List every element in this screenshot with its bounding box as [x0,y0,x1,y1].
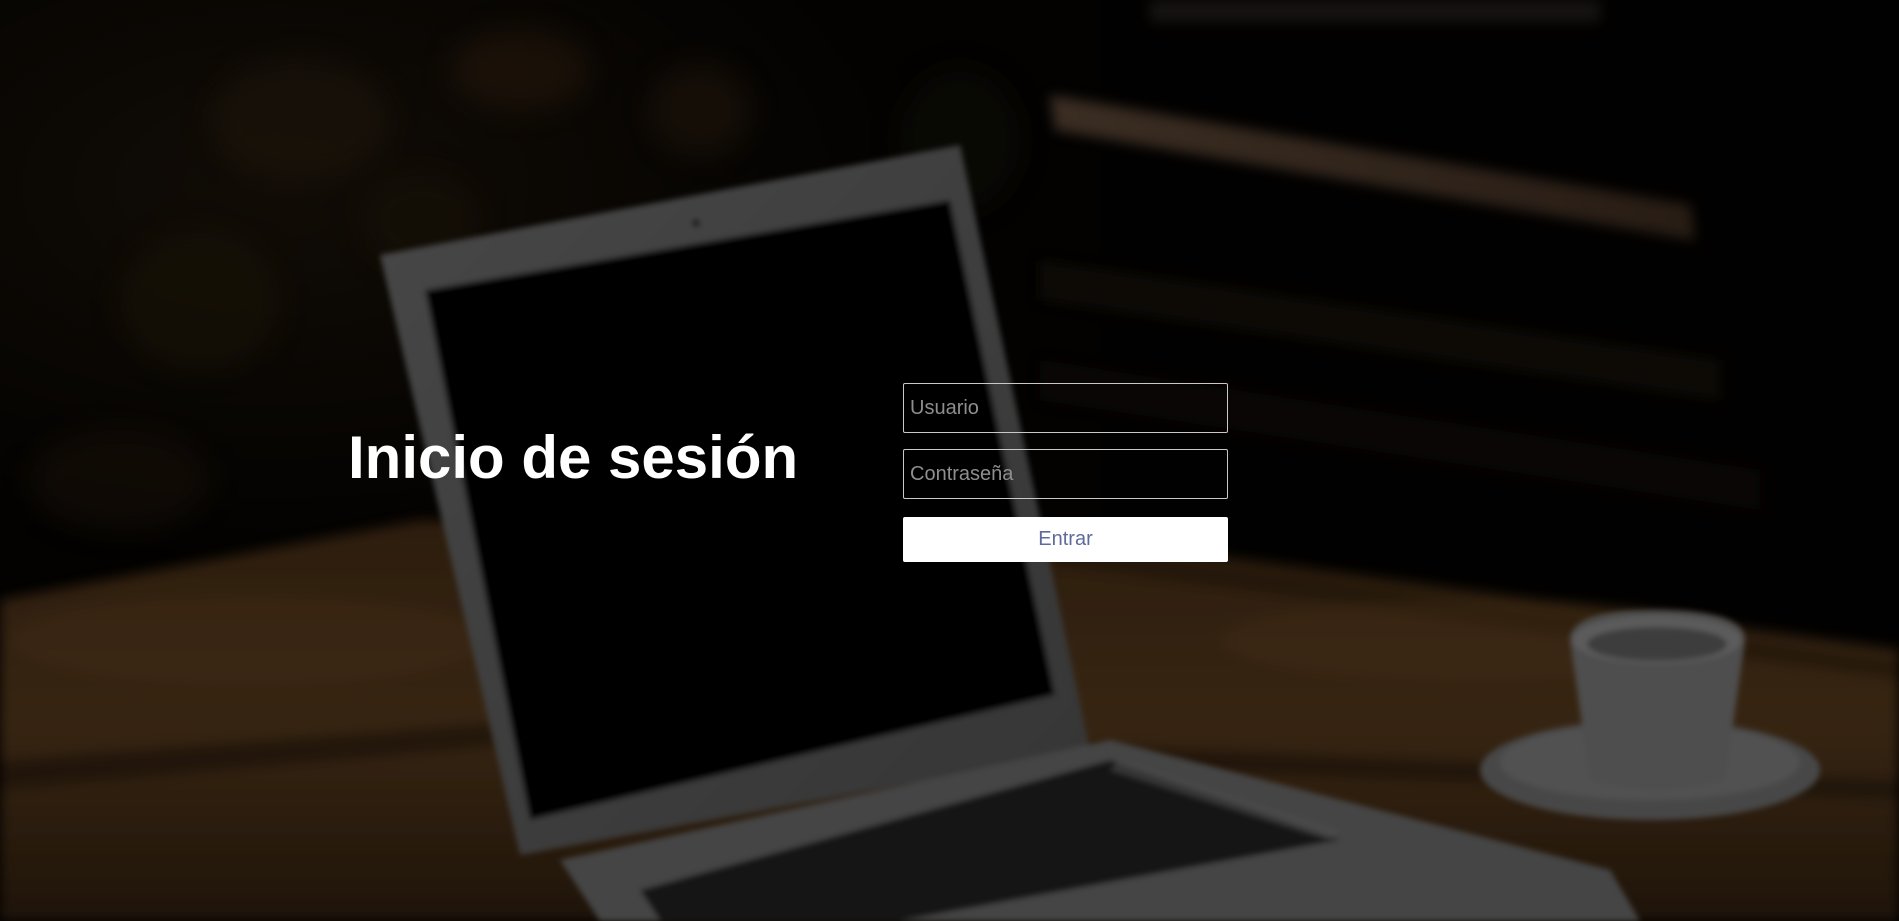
login-container: Inicio de sesión Entrar [0,0,1899,921]
login-page: Inicio de sesión Entrar [0,0,1899,921]
username-field[interactable] [903,383,1228,433]
login-form: Entrar [903,383,1228,562]
password-field[interactable] [903,449,1228,499]
page-title: Inicio de sesión [348,424,799,491]
submit-button[interactable]: Entrar [903,517,1228,562]
